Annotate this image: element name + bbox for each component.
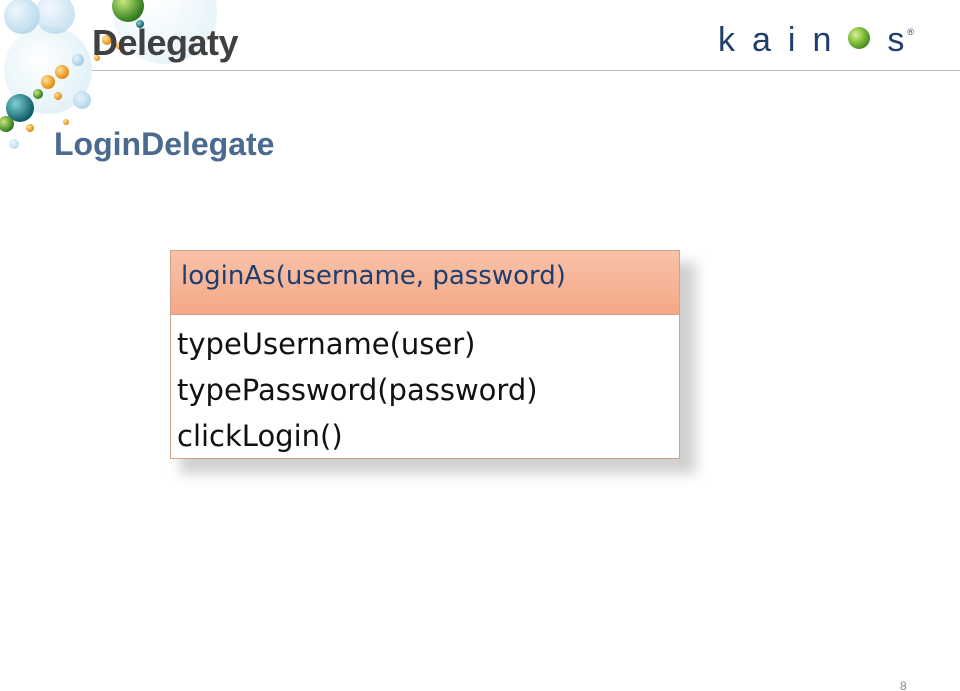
- uml-method: typePassword(password): [177, 373, 538, 407]
- logo-text-right: s: [887, 21, 922, 59]
- uml-class-box: loginAs(username, password) typeUsername…: [170, 250, 680, 459]
- title-divider: [92, 70, 960, 71]
- registered-mark: ®: [907, 27, 915, 37]
- slide-title: Delegaty: [92, 22, 239, 63]
- logo-text-left: kain: [718, 21, 849, 59]
- uml-method: typeUsername(user): [177, 327, 476, 361]
- uml-method: clickLogin(): [177, 419, 343, 453]
- uml-header-method: loginAs(username, password): [181, 261, 566, 291]
- green-sphere-icon: [848, 27, 871, 49]
- page-number: 8: [900, 679, 907, 691]
- slide: Delegaty kain s ® LoginDelegate loginAs(…: [0, 0, 960, 691]
- slide-subtitle: LoginDelegate: [54, 126, 275, 162]
- uml-header: loginAs(username, password): [171, 251, 679, 315]
- uml-method-list: typeUsername(user) typePassword(password…: [171, 315, 679, 459]
- kainos-logo: kain s ®: [718, 18, 914, 62]
